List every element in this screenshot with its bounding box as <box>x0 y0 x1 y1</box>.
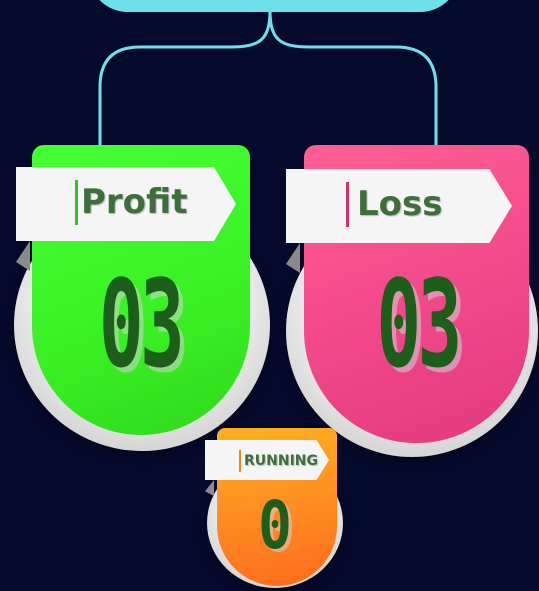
running-value: 0 <box>258 487 292 564</box>
loss-label: Loss <box>357 184 443 224</box>
loss-card[interactable]: Loss 03 <box>284 145 539 460</box>
running-card[interactable]: RUNNING 0 <box>205 428 345 588</box>
profit-label: Profit <box>81 182 188 222</box>
loss-value: 03 <box>376 256 462 395</box>
running-accent-bar <box>239 450 241 472</box>
profit-card[interactable]: Profit 03 <box>12 145 272 455</box>
profit-accent-bar <box>75 180 78 225</box>
loss-accent-bar <box>346 182 349 227</box>
running-label: RUNNING <box>244 453 318 469</box>
profit-value: 03 <box>98 256 185 395</box>
